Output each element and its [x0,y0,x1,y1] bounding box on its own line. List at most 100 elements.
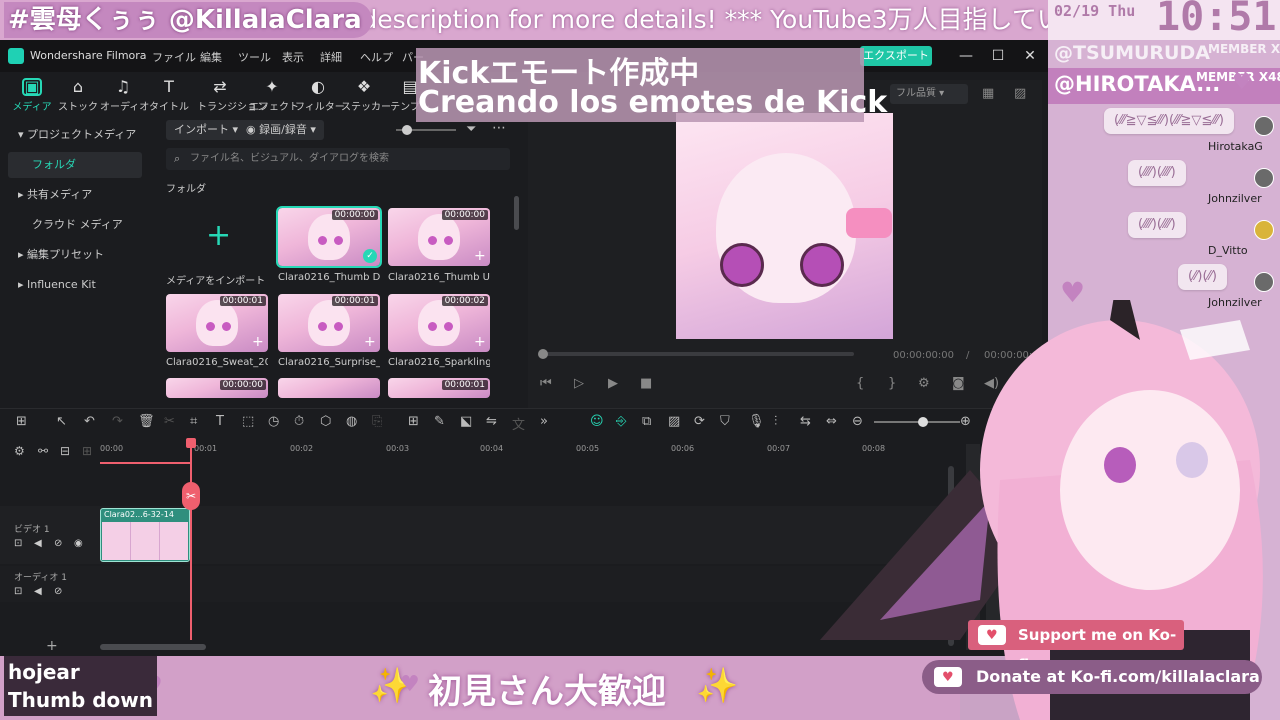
undo-icon[interactable]: ↶ [84,414,95,429]
sidebar-item-project-media[interactable]: ▾ プロジェクトメディア [8,122,142,148]
color-icon[interactable]: ◍ [346,414,357,429]
sidebar-item-influence-kit[interactable]: ▸ Influence Kit [8,272,142,298]
add-track-icon[interactable]: + [46,638,58,654]
search-input[interactable]: ファイル名、ビジュアル、ダイアログを検索 [166,148,510,170]
hide-icon[interactable]: ⊘ [54,586,62,597]
sidebar-item-cloud-media[interactable]: クラウド メディア [8,212,142,238]
export-button[interactable]: エクスポート [860,46,932,66]
mixer-icon[interactable]: ⫶ [774,414,777,429]
record-dropdown[interactable]: ◉ 録画/録音 ▾ [238,120,324,140]
render-icon[interactable]: ⧉ [642,414,651,429]
mark-in-icon[interactable]: { [856,376,864,391]
volume-icon[interactable]: ◀) [984,376,999,391]
slider-handle[interactable] [402,125,412,135]
add-track-icon[interactable]: ⊞ [82,444,92,458]
lock-icon[interactable]: ⊡ [14,538,22,549]
crop-icon[interactable]: ⌗ [190,414,197,429]
link-icon[interactable]: ⚯ [38,444,48,458]
eye-icon[interactable]: ◉ [74,538,83,549]
sticker-icon[interactable]: ⬕ [460,414,472,429]
tool-stock[interactable]: ⌂ ストック [55,78,101,114]
media-thumbnail[interactable] [278,378,380,398]
menu-file[interactable]: ファイル [152,49,196,65]
playhead[interactable] [190,440,192,640]
track-icon[interactable]: ⊟ [60,444,70,458]
timeline-vertical-scrollbar[interactable] [948,466,954,646]
menu-help[interactable]: ヘルプ [360,49,393,65]
playhead-handle[interactable] [186,438,196,448]
tool-audio[interactable]: ♫ オーディオ [100,78,149,114]
translate-icon[interactable]: 文 [512,414,525,433]
step-back-icon[interactable]: ⏮ [540,376,552,391]
add-to-timeline-icon[interactable]: + [474,248,486,264]
media-scrollbar[interactable] [514,196,519,230]
playback-progress[interactable] [540,352,854,356]
speaker-icon[interactable]: ◀ [34,586,42,597]
preview-canvas[interactable] [676,113,893,339]
more-tools-icon[interactable]: » [540,414,548,429]
speed-icon[interactable]: ◷ [268,414,279,429]
filter-icon[interactable]: ⏷ [466,122,476,137]
menu-advanced[interactable]: 詳細 [320,49,342,65]
settings-icon[interactable]: ⚙ [918,376,930,391]
timeline-horizontal-scrollbar[interactable] [100,644,206,650]
scissors-icon[interactable]: ✂ [182,482,200,510]
meter-dropdown[interactable]: メーター ▴ [992,416,1040,431]
fullscreen-icon[interactable]: ⤢ [1016,376,1026,391]
ai-copilot-icon[interactable]: ☺ [590,414,604,429]
add-to-timeline-icon[interactable]: + [474,334,486,350]
menu-view[interactable]: 表示 [282,49,304,65]
delete-icon[interactable]: 🗑 [138,414,155,429]
ai-edit-icon[interactable]: ✎ [434,414,445,429]
microphone-icon[interactable]: 🎙 [748,414,765,429]
snapshot-icon[interactable]: ◙ [952,376,965,391]
transform-icon[interactable]: ⬚ [242,414,254,429]
playback-handle[interactable] [538,349,548,359]
speaker-icon[interactable]: ◀ [34,538,42,549]
zoom-slider[interactable] [874,421,960,423]
tool-filter[interactable]: ◐ フィルター [295,78,345,114]
auto-highlight-icon[interactable]: ⎆ [616,414,626,429]
add-to-timeline-icon[interactable]: + [364,334,376,350]
tool-effect[interactable]: ✦ エフェクト [249,78,299,114]
timer-icon[interactable]: ⏱ [294,414,304,429]
select-icon[interactable]: ↖ [56,414,67,429]
settings-icon[interactable]: ⚙ [14,444,25,458]
media-thumbnail[interactable]: 00:00:01 [388,378,490,398]
play-icon[interactable]: ▶ [608,376,618,391]
maximize-button[interactable]: ☐ [988,46,1008,66]
hide-icon[interactable]: ⊘ [54,538,62,549]
fit-icon[interactable]: ⇔ [826,414,837,429]
tool-sticker[interactable]: ❖ ステッカー [341,78,391,114]
sidebar-item-edit-presets[interactable]: ▸ 編集プリセット [8,242,142,268]
sync-icon[interactable]: ⟳ [694,414,705,429]
tool-media[interactable]: ▣ メディア [9,78,55,114]
image-icon[interactable]: ▨ [1014,86,1026,101]
tool-transition[interactable]: ⇄ トランジション [197,78,267,114]
import-dropdown[interactable]: インポート ▾ [166,120,247,140]
image-icon[interactable]: ▨ [668,414,680,429]
split-icon[interactable]: ✂ [164,414,175,429]
zoom-in-icon[interactable]: ⊕ [960,414,971,429]
quality-dropdown[interactable]: フル品質 ▾ [890,84,968,104]
menu-edit[interactable]: 編集 [200,49,222,65]
media-thumbnail[interactable]: 00:00:00 [166,378,268,398]
shield-icon[interactable]: ⛉ [720,414,730,429]
mark-out-icon[interactable]: } [888,376,896,391]
audio-stretch-icon[interactable]: ⇋ [486,414,497,429]
sidebar-item-folder[interactable]: フォルダ [8,152,142,178]
grid-icon[interactable]: ▦ [982,86,994,101]
play-back-icon[interactable]: ▷ [574,376,584,391]
lock-icon[interactable]: ⊡ [14,586,22,597]
stop-icon[interactable]: ■ [640,376,652,391]
mask-icon[interactable]: ⬡ [320,414,331,429]
add-to-timeline-icon[interactable]: + [252,334,264,350]
minimize-button[interactable]: — [956,46,976,66]
more-icon[interactable]: ⋯ [492,120,506,136]
zoom-out-icon[interactable]: ⊖ [852,414,863,429]
sidebar-item-shared-media[interactable]: ▸ 共有メディア [8,182,142,208]
replace-icon[interactable]: ⇆ [800,414,811,429]
media-thumbnail[interactable]: 00:00:00 ✓ [276,206,382,268]
freeze-icon[interactable]: ⎘ [372,414,382,429]
close-button[interactable]: ✕ [1020,46,1040,66]
